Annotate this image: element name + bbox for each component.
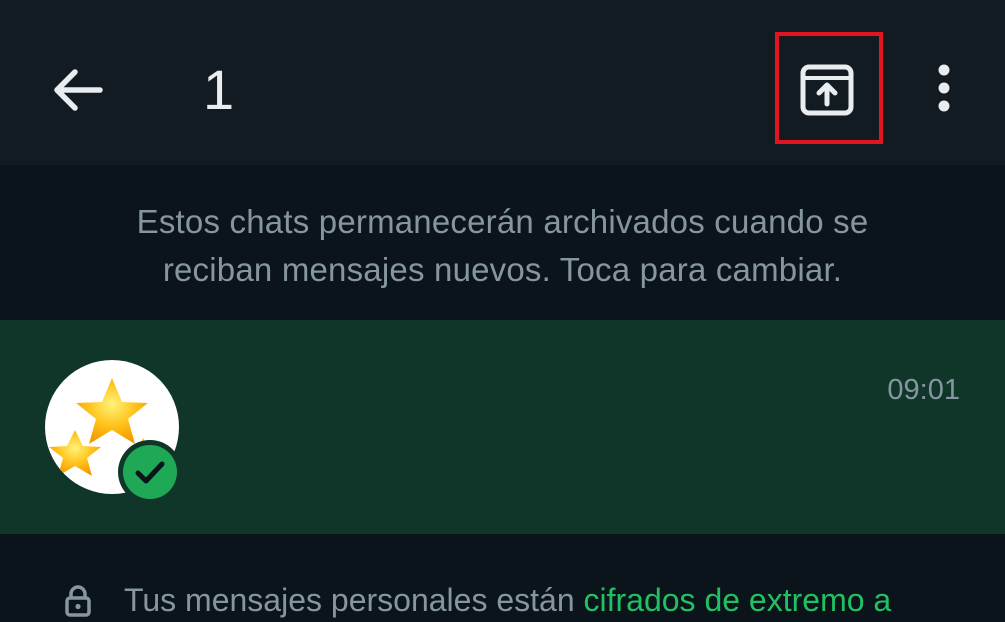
unarchive-icon	[800, 64, 854, 116]
encryption-link[interactable]: cifrados de extremo a	[584, 582, 892, 618]
archive-info-line-1: Estos chats permanecerán archivados cuan…	[136, 203, 869, 240]
more-vertical-icon	[938, 64, 950, 112]
lock-icon	[64, 585, 92, 617]
chat-time: 09:01	[887, 374, 960, 406]
unarchive-button[interactable]	[799, 62, 855, 118]
selection-count: 1	[203, 58, 235, 121]
check-badge-icon	[135, 461, 165, 484]
back-button[interactable]	[48, 60, 108, 120]
encryption-text: Tus mensajes personales están cifrados d…	[124, 578, 891, 622]
more-options-button[interactable]	[920, 60, 968, 120]
archive-info-line-2: reciban mensajes nuevos. Toca para cambi…	[162, 251, 843, 288]
encryption-text-label: Tus mensajes personales están	[124, 582, 584, 618]
verified-badge	[118, 440, 182, 504]
archive-info-text[interactable]: Estos chats permanecerán archivados cuan…	[40, 198, 965, 294]
arrow-left-icon	[54, 69, 103, 111]
